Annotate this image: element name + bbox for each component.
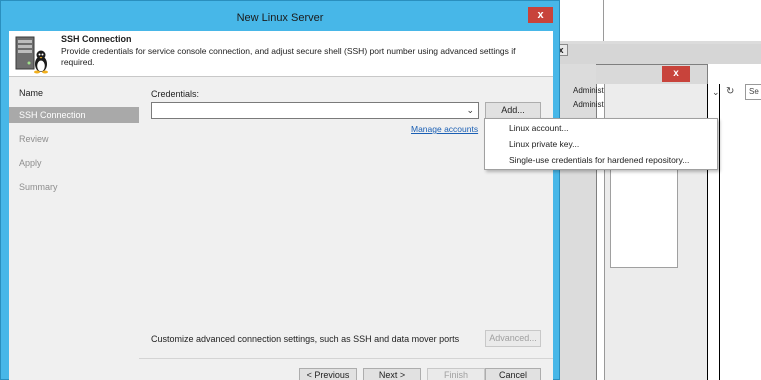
advanced-settings-text: Customize advanced connection settings, …: [151, 334, 460, 344]
next-button[interactable]: Next >: [363, 368, 421, 380]
menu-item-linux-account[interactable]: Linux account...: [509, 121, 715, 136]
step-summary[interactable]: Summary: [9, 179, 139, 195]
menu-item-single-use-credentials[interactable]: Single-use credentials for hardened repo…: [509, 153, 715, 168]
background-search-input[interactable]: Se: [745, 84, 761, 100]
add-button[interactable]: Add...: [485, 102, 541, 119]
header-description: Provide credentials for service console …: [61, 46, 516, 67]
refresh-icon[interactable]: ↻: [726, 86, 734, 97]
linux-server-icon: [13, 35, 53, 75]
credentials-dropdown[interactable]: ⌄: [151, 102, 479, 119]
close-button[interactable]: x: [528, 7, 553, 23]
credentials-label: Credentials:: [151, 89, 200, 99]
header-title: SSH Connection: [61, 34, 132, 44]
step-apply[interactable]: Apply: [9, 155, 139, 171]
step-review[interactable]: Review: [9, 131, 139, 147]
dialog-title: New Linux Server: [236, 12, 324, 24]
background-divider: [719, 84, 720, 380]
wizard-header: SSH Connection Provide credentials for s…: [9, 31, 553, 77]
finish-button[interactable]: Finish: [427, 368, 485, 380]
background-admin-text: Administ: [573, 100, 604, 109]
add-credentials-menu: Linux account... Linux private key... Si…: [484, 118, 718, 170]
chevron-down-icon[interactable]: ⌄: [466, 105, 474, 116]
cancel-button[interactable]: Cancel: [485, 368, 541, 380]
background-window-2-titlebar: [596, 64, 708, 84]
dialog-titlebar[interactable]: New Linux Server x: [1, 1, 559, 31]
manage-accounts-link[interactable]: Manage accounts: [411, 124, 478, 134]
previous-button[interactable]: < Previous: [299, 368, 357, 380]
background-window-frame: [603, 0, 761, 43]
step-ssh-connection[interactable]: SSH Connection: [9, 107, 139, 123]
background-window-titlebar: [556, 44, 761, 64]
chevron-down-icon[interactable]: ⌄: [712, 87, 720, 98]
advanced-button[interactable]: Advanced...: [485, 330, 541, 347]
wizard-body: Name SSH Connection Review Apply Summary…: [9, 77, 553, 380]
footer-divider: [139, 358, 553, 359]
background-window-2-close-button[interactable]: x: [662, 66, 690, 82]
new-linux-server-dialog: New Linux Server x SSH Connection Provid: [0, 0, 560, 380]
step-name[interactable]: Name: [9, 85, 139, 101]
wizard-steps: Name SSH Connection Review Apply Summary: [9, 77, 139, 380]
menu-item-linux-private-key[interactable]: Linux private key...: [509, 137, 715, 152]
background-admin-text: Administ: [573, 86, 604, 95]
